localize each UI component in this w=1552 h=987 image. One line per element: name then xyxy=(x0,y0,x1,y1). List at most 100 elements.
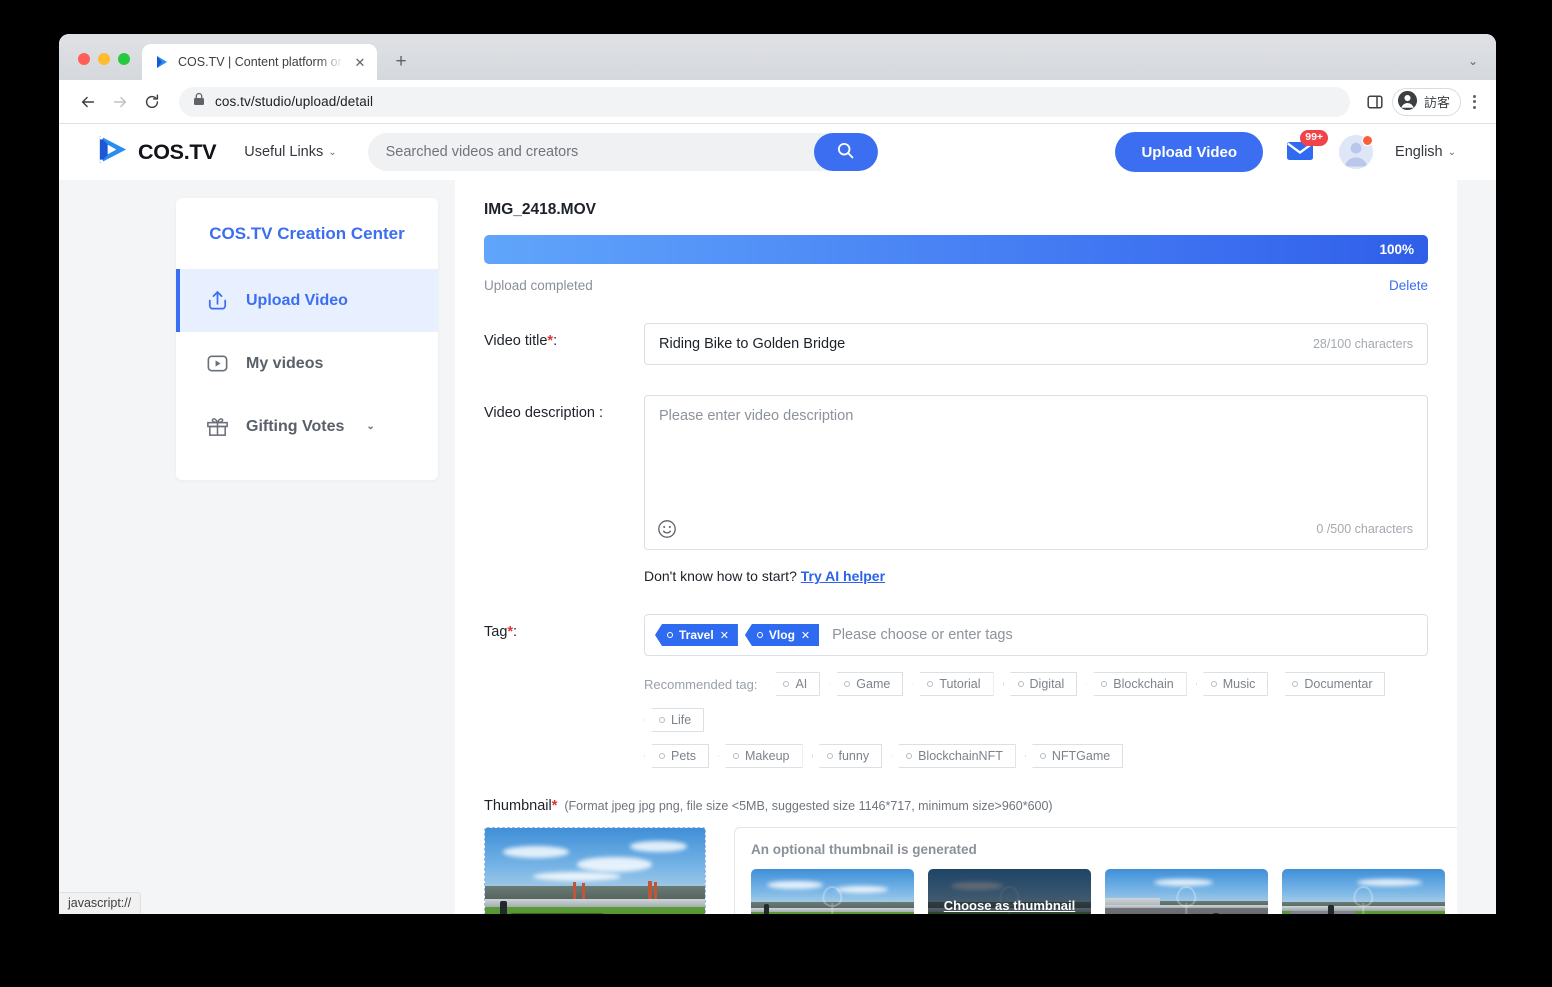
watermark-icon xyxy=(1159,882,1214,914)
messages-button[interactable]: 99+ xyxy=(1285,130,1329,167)
sidebar-item-upload-video[interactable]: Upload Video xyxy=(176,269,438,332)
address-bar[interactable]: cos.tv/studio/upload/detail xyxy=(179,86,1350,117)
tag-placeholder: Please choose or enter tags xyxy=(832,627,1013,643)
recommended-tag-label: Blockchain xyxy=(1113,677,1174,691)
recommended-tag-chip[interactable]: Makeup xyxy=(718,744,803,768)
language-selector[interactable]: English ⌄ xyxy=(1395,144,1456,160)
emoji-icon[interactable] xyxy=(657,519,677,539)
minimize-window-button[interactable] xyxy=(98,53,110,65)
browser-tabstrip: COS.TV | Content platform on b ✕ + ⌄ xyxy=(59,34,1496,80)
chevron-down-icon: ⌄ xyxy=(366,421,375,432)
try-ai-helper-link[interactable]: Try AI helper xyxy=(801,568,885,584)
side-panel-icon[interactable] xyxy=(1360,87,1390,117)
browser-tab[interactable]: COS.TV | Content platform on b ✕ xyxy=(142,44,377,80)
user-avatar[interactable] xyxy=(1339,135,1374,169)
sidebar-item-label: Upload Video xyxy=(246,291,348,309)
site-logo[interactable]: COS.TV xyxy=(96,134,217,170)
recommended-tag-chip[interactable]: funny xyxy=(811,744,883,768)
search-bar xyxy=(367,133,878,171)
tab-close-icon[interactable]: ✕ xyxy=(351,53,369,71)
recommended-tag-label: BlockchainNFT xyxy=(918,749,1003,763)
recommended-tags-row-2: Pets Makeup funny BlockchainNFT NFTGame xyxy=(644,744,1428,768)
window-traffic-lights xyxy=(59,53,130,80)
recommended-tag-chip[interactable]: Blockchain xyxy=(1086,672,1187,696)
recommended-tag-label: Digital xyxy=(1029,677,1065,691)
chevron-down-icon: ⌄ xyxy=(328,146,337,158)
recommended-tag-label: NFTGame xyxy=(1051,749,1111,763)
recommended-tag-chip[interactable]: Digital xyxy=(1002,672,1078,696)
recommended-tag-chip[interactable]: Music xyxy=(1195,672,1269,696)
forward-icon[interactable] xyxy=(105,87,135,117)
selected-thumbnail-preview[interactable] xyxy=(484,827,706,914)
tag-dot-icon xyxy=(1039,753,1046,759)
recommended-tag-chip[interactable]: Life xyxy=(644,708,705,732)
tag-dot-icon xyxy=(1017,681,1024,687)
tag-dot-icon xyxy=(906,753,913,759)
video-description-label: Video description : xyxy=(484,405,604,421)
recommended-tag-chip[interactable]: NFTGame xyxy=(1024,744,1124,768)
search-input[interactable] xyxy=(367,144,814,160)
upload-status-text: Upload completed xyxy=(484,278,593,293)
video-description-textarea[interactable]: Please enter video description 0 /500 ch… xyxy=(644,395,1428,550)
browser-toolbar: cos.tv/studio/upload/detail 訪客 xyxy=(59,80,1496,124)
tag-input[interactable]: Travel ✕ Vlog ✕ Please choose or enter t… xyxy=(644,614,1428,656)
reload-icon[interactable] xyxy=(137,87,167,117)
browser-menu-icon[interactable] xyxy=(1463,94,1482,109)
screenshot-root: COS.TV | Content platform on b ✕ + ⌄ cos… xyxy=(0,0,1552,987)
recommended-tag-chip[interactable]: Tutorial xyxy=(912,672,994,696)
recommended-tag-label: Documentar xyxy=(1304,677,1373,691)
sidebar-item-gifting-votes[interactable]: Gifting Votes ⌄ xyxy=(176,395,438,458)
recommended-tag-chip[interactable]: BlockchainNFT xyxy=(891,744,1016,768)
search-button[interactable] xyxy=(813,133,878,171)
profile-chip[interactable]: 訪客 xyxy=(1391,87,1461,116)
label-colon: : xyxy=(513,624,518,640)
remove-tag-icon[interactable]: ✕ xyxy=(720,629,729,642)
sidebar-item-my-videos[interactable]: My videos xyxy=(176,332,438,395)
mail-icon xyxy=(1285,142,1317,167)
back-icon[interactable] xyxy=(73,87,103,117)
upload-video-button[interactable]: Upload Video xyxy=(1115,132,1264,172)
maximize-window-button[interactable] xyxy=(118,53,130,65)
new-tab-button[interactable]: + xyxy=(387,48,415,76)
recommended-tag-chip[interactable]: AI xyxy=(768,672,821,696)
address-bar-url: cos.tv/studio/upload/detail xyxy=(215,94,374,109)
tabstrip-chevron-down-icon[interactable]: ⌄ xyxy=(1468,54,1496,80)
thumbnail-body: An optional thumbnail is generated Choos… xyxy=(484,827,1457,914)
creation-center-sidebar: COS.TV Creation Center Upload Video My v… xyxy=(176,198,438,480)
useful-links-menu[interactable]: Useful Links ⌄ xyxy=(244,144,336,160)
generated-thumbnail-option[interactable] xyxy=(1282,869,1445,914)
ai-helper-hint-text: Don't know how to start? xyxy=(644,568,797,584)
choose-as-thumbnail-label: Choose as thumbnail xyxy=(943,897,1076,913)
remove-tag-icon[interactable]: ✕ xyxy=(801,629,810,642)
upload-progress-percent: 100% xyxy=(1379,242,1414,257)
selected-tag-chip[interactable]: Vlog ✕ xyxy=(744,624,820,646)
recommended-tag-label: Tutorial xyxy=(939,677,981,691)
uploaded-file-name: IMG_2418.MOV xyxy=(484,201,596,218)
generated-thumbnail-option-hovered[interactable]: Choose as thumbnail xyxy=(928,869,1091,914)
delete-upload-link[interactable]: Delete xyxy=(1389,278,1428,293)
upload-progress-bar: 100% xyxy=(484,235,1428,264)
tag-row: Tag*: Travel ✕ Vlog ✕ Please choose or e… xyxy=(484,614,1428,768)
recommended-tag-label: Music xyxy=(1222,677,1256,691)
lock-icon xyxy=(193,92,205,111)
generated-thumbnail-option[interactable] xyxy=(1105,869,1268,914)
required-asterisk: * xyxy=(551,798,558,814)
recommended-tag-label: funny xyxy=(838,749,870,763)
tag-label: Tag*: xyxy=(484,614,644,768)
selected-tag-chip[interactable]: Travel ✕ xyxy=(655,624,738,646)
profile-avatar-icon xyxy=(1397,90,1418,114)
recommended-tag-label: Pets xyxy=(671,749,697,763)
recommended-tag-label: AI xyxy=(795,677,808,691)
label-colon: : xyxy=(553,333,558,349)
close-window-button[interactable] xyxy=(78,53,90,65)
video-title-input[interactable]: Riding Bike to Golden Bridge 28/100 char… xyxy=(644,323,1428,365)
upload-icon xyxy=(204,288,230,314)
recommended-tag-chip[interactable]: Pets xyxy=(644,744,710,768)
choose-thumbnail-overlay[interactable]: Choose as thumbnail xyxy=(928,869,1091,914)
browser-window: COS.TV | Content platform on b ✕ + ⌄ cos… xyxy=(59,34,1496,914)
recommended-tag-label: Life xyxy=(671,713,692,727)
recommended-tag-chip[interactable]: Documentar xyxy=(1277,672,1386,696)
recommended-tag-chip[interactable]: Game xyxy=(829,672,904,696)
generated-thumbnail-option[interactable] xyxy=(751,869,914,914)
thumbnail-photo-field-view xyxy=(485,828,705,914)
